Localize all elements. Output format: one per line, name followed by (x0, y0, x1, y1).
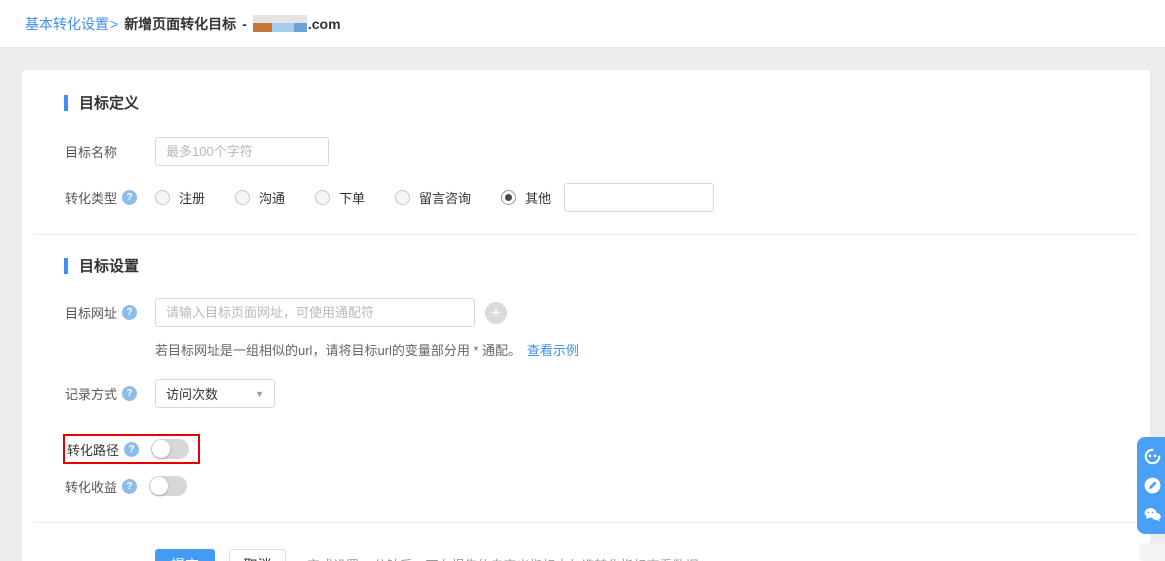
radio-label: 沟通 (259, 188, 285, 207)
conversion-type-label: 转化类型 (65, 188, 117, 207)
footer-divider (34, 522, 1138, 523)
help-icon[interactable]: ? (124, 442, 139, 457)
collapsed-float-button[interactable] (1139, 543, 1165, 561)
radio-label: 下单 (339, 188, 365, 207)
radio-label: 其他 (525, 188, 551, 207)
goal-name-label: 目标名称 (65, 142, 117, 161)
goal-name-input[interactable] (155, 137, 329, 166)
customer-service-icon[interactable] (1143, 447, 1162, 466)
conversion-type-row: 转化类型 ? 注册 沟通 下单 留言咨询 其他 (65, 183, 1150, 212)
submit-row: 提交 取消 完成设置20分钟后，可在报告的自定义指标中勾选转化指标查看数据。 (155, 549, 1150, 561)
target-url-input[interactable] (155, 298, 475, 327)
conversion-path-toggle[interactable] (151, 439, 189, 459)
record-method-label: 记录方式 (65, 384, 117, 403)
wechat-icon[interactable] (1143, 505, 1162, 524)
submit-button[interactable]: 提交 (155, 549, 215, 561)
radio-circle[interactable] (395, 190, 410, 205)
chevron-down-icon: ▼ (255, 389, 264, 399)
section-goal-settings: 目标设置 (64, 255, 1150, 276)
section-goal-definition-title: 目标定义 (79, 92, 139, 113)
add-url-button[interactable]: + (485, 302, 507, 324)
red-highlight-box: 转化路径 ? (63, 434, 200, 464)
radio-communicate[interactable]: 沟通 (235, 188, 285, 207)
conversion-path-label: 转化路径 (67, 440, 119, 459)
target-url-hint: 若目标网址是一组相似的url，请将目标url的变量部分用 * 通配。 查看示例 (155, 340, 1150, 359)
help-icon[interactable]: ? (122, 479, 137, 494)
radio-message-consult[interactable]: 留言咨询 (395, 188, 471, 207)
section-goal-definition: 目标定义 (64, 92, 1150, 113)
radio-register[interactable]: 注册 (155, 188, 205, 207)
censored-domain-mosaic (253, 15, 307, 32)
help-icon[interactable]: ? (122, 305, 137, 320)
page-title: 新增页面转化目标 (124, 14, 236, 34)
radio-circle[interactable] (155, 190, 170, 205)
section-divider (34, 234, 1138, 235)
submit-note: 完成设置20分钟后，可在报告的自定义指标中勾选转化指标查看数据。 (307, 555, 711, 561)
radio-circle[interactable] (501, 190, 516, 205)
radio-other[interactable]: 其他 (501, 188, 551, 207)
help-icon[interactable]: ? (122, 386, 137, 401)
screen: 基本转化设置 > 新增页面转化目标 - .com 目标定义 目标名称 转化类型 … (0, 0, 1165, 561)
floating-support-panel (1137, 437, 1165, 534)
conversion-revenue-toggle[interactable] (149, 476, 187, 496)
radio-label: 注册 (179, 188, 205, 207)
target-url-row: 目标网址 ? + (65, 298, 1150, 327)
conversion-type-other-input[interactable] (564, 183, 714, 212)
hint-text: 若目标网址是一组相似的url，请将目标url的变量部分用 * 通配。 (155, 343, 521, 358)
form-card: 目标定义 目标名称 转化类型 ? 注册 沟通 下单 (22, 70, 1150, 561)
radio-order[interactable]: 下单 (315, 188, 365, 207)
conversion-path-row: 转化路径 ? (63, 434, 1150, 464)
breadcrumb-dash: - (242, 16, 247, 32)
conversion-revenue-label: 转化收益 (65, 477, 117, 496)
feedback-pencil-icon[interactable] (1143, 476, 1162, 495)
breadcrumb-link-basic-conversion-settings[interactable]: 基本转化设置 (25, 14, 109, 34)
domain-suffix: .com (308, 16, 341, 32)
conversion-revenue-row: 转化收益 ? (65, 476, 1150, 496)
section-accent-bar (64, 95, 68, 111)
section-goal-settings-title: 目标设置 (79, 255, 139, 276)
record-method-value: 访问次数 (166, 384, 218, 403)
help-icon[interactable]: ? (122, 190, 137, 205)
breadcrumb: 基本转化设置 > 新增页面转化目标 - .com (0, 0, 1165, 48)
section-accent-bar (64, 258, 68, 274)
breadcrumb-separator: > (110, 16, 118, 32)
radio-label: 留言咨询 (419, 188, 471, 207)
cancel-button[interactable]: 取消 (229, 549, 286, 561)
target-url-label: 目标网址 (65, 303, 117, 322)
radio-circle[interactable] (235, 190, 250, 205)
radio-circle[interactable] (315, 190, 330, 205)
record-method-select[interactable]: 访问次数 ▼ (155, 379, 275, 408)
goal-name-row: 目标名称 (65, 137, 1150, 166)
view-example-link[interactable]: 查看示例 (527, 343, 579, 358)
record-method-row: 记录方式 ? 访问次数 ▼ (65, 379, 1150, 408)
